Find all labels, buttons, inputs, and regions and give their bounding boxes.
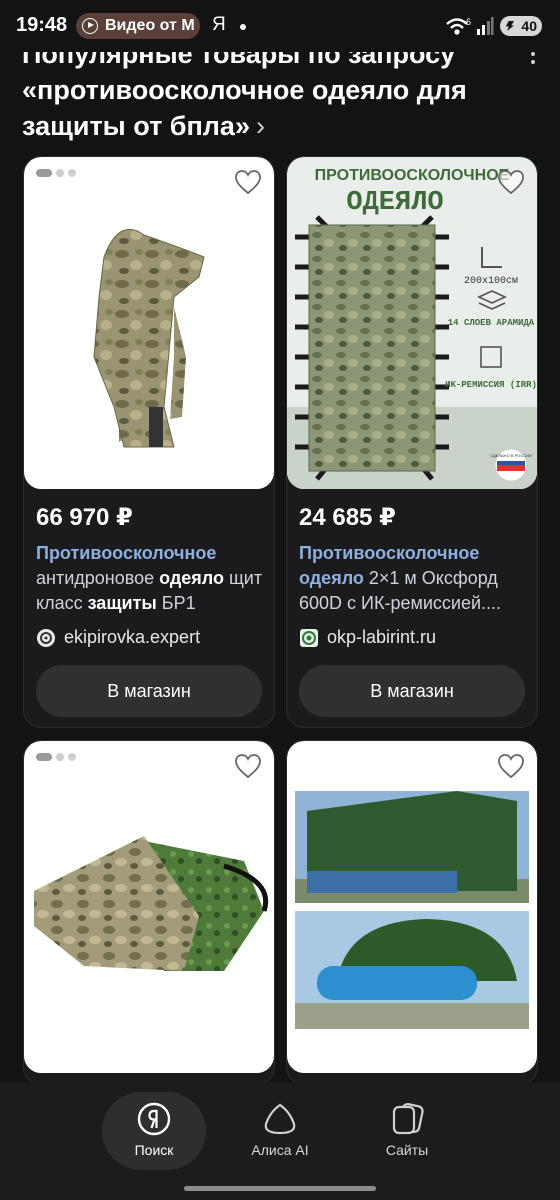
desc-part: одеяло xyxy=(299,568,364,588)
covered-buildings-illustration xyxy=(295,791,529,1029)
status-bar: 19:48 Видео от М Я 6 40 xyxy=(0,0,560,52)
desc-part: БР1 xyxy=(156,593,196,613)
alice-icon xyxy=(264,1103,296,1135)
nav-sites-label: Сайты xyxy=(385,1142,429,1158)
bottom-navigation: Поиск Алиса AI Сайты xyxy=(0,1082,560,1200)
wifi-badge: 6 xyxy=(466,17,471,27)
image-heading-line1: ПРОТИВООСКОЛОЧНОЕ xyxy=(315,167,510,184)
yandex-app-icon: Я xyxy=(212,14,226,35)
play-circle-icon xyxy=(82,18,98,34)
nav-search[interactable]: Поиск xyxy=(102,1092,206,1170)
product-card[interactable] xyxy=(286,740,538,1085)
signal-icon xyxy=(477,17,494,35)
shop-name: okp-labirint.ru xyxy=(327,627,437,647)
desc-part: Противоосколочное xyxy=(299,543,480,563)
section-heading[interactable]: Популярные товары по запросу «противооск… xyxy=(22,36,502,144)
notification-dot-icon xyxy=(240,24,246,30)
nav-sites[interactable]: Сайты xyxy=(355,1092,459,1170)
nav-search-label: Поиск xyxy=(134,1142,174,1158)
product-image[interactable] xyxy=(24,157,274,489)
product-image[interactable] xyxy=(287,741,537,1073)
to-store-button[interactable]: В магазин xyxy=(36,665,262,717)
heart-icon[interactable] xyxy=(497,169,525,195)
nav-alice-label: Алиса AI xyxy=(251,1142,309,1158)
shop-link[interactable]: okp-labirint.ru xyxy=(299,627,436,648)
gallery-dots xyxy=(36,753,76,761)
to-store-button[interactable]: В магазин xyxy=(299,665,525,717)
folded-blanket-illustration xyxy=(34,836,268,971)
status-time: 19:48 xyxy=(16,14,68,36)
product-title[interactable]: Противоосколочное антидроновое одеяло щи… xyxy=(36,541,268,616)
blanket-product-illustration: ПРОТИВООСКОЛОЧНОЕ ОДЕЯЛО 200х100см 14 СЛ… xyxy=(287,157,537,489)
desc-part: антидроновое xyxy=(36,568,160,588)
heart-icon[interactable] xyxy=(497,753,525,779)
image-irr: ИК-РЕМИССИЯ (IRR) xyxy=(445,380,537,390)
wifi-icon: 6 xyxy=(446,17,471,35)
product-image[interactable]: ПРОТИВООСКОЛОЧНОЕ ОДЕЯЛО 200х100см 14 СЛ… xyxy=(287,157,537,489)
camo-poncho-illustration xyxy=(93,228,205,448)
heart-icon[interactable] xyxy=(234,169,262,195)
product-price: 24 685 ₽ xyxy=(299,504,396,531)
image-layers: 14 СЛОЕВ АРАМИДА xyxy=(448,318,535,328)
battery-level: 40 xyxy=(521,18,537,34)
yandex-search-icon xyxy=(137,1102,171,1136)
battery-icon: 40 xyxy=(500,16,542,36)
home-indicator[interactable] xyxy=(184,1186,376,1191)
image-size: 200х100см xyxy=(464,276,518,287)
heart-icon[interactable] xyxy=(234,753,262,779)
shop-link[interactable]: ekipirovka.expert xyxy=(36,627,200,648)
product-image[interactable] xyxy=(24,741,274,1073)
product-card[interactable] xyxy=(23,740,275,1085)
shop-logo-icon xyxy=(300,628,318,647)
desc-part: одеяло xyxy=(159,568,224,588)
desc-part: Противоосколочное xyxy=(36,543,217,563)
media-pill-text: Видео от М xyxy=(105,17,195,34)
image-heading-line2: ОДЕЯЛО xyxy=(346,188,443,218)
product-title[interactable]: Противоосколочное одеяло 2×1 м Оксфорд 6… xyxy=(299,541,531,616)
product-price: 66 970 ₽ xyxy=(36,504,133,531)
desc-part: защиты xyxy=(87,593,157,613)
chevron-right-icon: › xyxy=(255,111,265,141)
media-notification-pill[interactable]: Видео от М xyxy=(76,13,200,39)
made-in-russia-label: СДЕЛАНО В РОССИИ xyxy=(490,453,532,458)
product-card[interactable]: 66 970 ₽ Противоосколочное антидроновое … xyxy=(23,156,275,728)
shop-name: ekipirovka.expert xyxy=(64,627,201,647)
section-title: Популярные товары по запросу «противооск… xyxy=(22,39,467,141)
gallery-dots xyxy=(36,169,76,177)
tabs-icon xyxy=(392,1103,424,1135)
shop-logo-icon xyxy=(37,628,55,647)
product-card[interactable]: ПРОТИВООСКОЛОЧНОЕ ОДЕЯЛО 200х100см 14 СЛ… xyxy=(286,156,538,728)
nav-alice[interactable]: Алиса AI xyxy=(228,1092,332,1170)
